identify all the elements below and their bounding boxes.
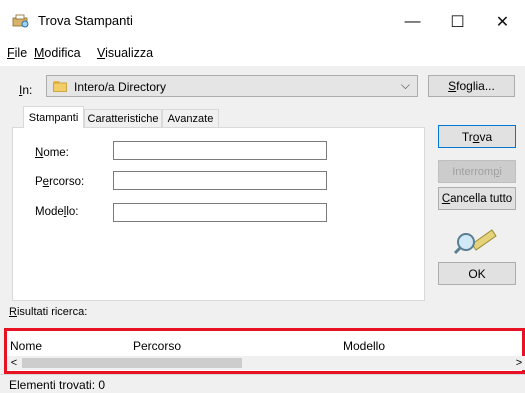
- minimize-button[interactable]: —: [390, 0, 435, 44]
- browse-button[interactable]: Sfoglia...: [428, 75, 515, 97]
- location-value: Intero/a Directory: [74, 80, 167, 94]
- tab-caratteristiche[interactable]: Caratteristiche: [84, 109, 162, 127]
- menu-file[interactable]: File: [7, 46, 27, 60]
- model-label-pre: Mode: [35, 206, 64, 218]
- model-input[interactable]: [113, 203, 327, 222]
- chevron-down-icon: ⌵: [400, 78, 410, 92]
- menu-modifica-mnemonic: M: [34, 46, 45, 60]
- menu-file-mnemonic: F: [7, 46, 15, 60]
- path-label-rest: rcorso:: [49, 176, 85, 188]
- name-label-rest: ome:: [43, 147, 69, 159]
- find-button[interactable]: Tr o va: [438, 125, 516, 148]
- menu-modifica[interactable]: Modifica: [34, 46, 81, 60]
- model-label: Modello:: [35, 206, 79, 218]
- tab-avanzate[interactable]: Avanzate: [162, 109, 219, 127]
- model-label-rest: lo:: [66, 206, 79, 218]
- path-label: Percorso:: [35, 176, 84, 188]
- results-label-rest: isultati ricerca:: [16, 306, 88, 318]
- clear-all-label: ancella tutto: [450, 192, 513, 205]
- close-button[interactable]: ✕: [480, 0, 525, 44]
- results-mnemonic: R: [9, 306, 17, 318]
- column-header-nome[interactable]: Nome: [10, 339, 42, 353]
- maximize-button[interactable]: ☐: [435, 0, 480, 44]
- stop-label-rest: i: [499, 165, 502, 178]
- folder-icon: [53, 81, 67, 92]
- results-label: Risultati ricerca:: [9, 306, 87, 318]
- menu-modifica-label: odifica: [44, 46, 81, 60]
- location-label-rest: n:: [22, 83, 33, 97]
- menu-visualizza[interactable]: Visualizza: [97, 46, 153, 60]
- magnifier-search-icon: [453, 229, 497, 255]
- column-header-modello[interactable]: Modello: [343, 339, 385, 353]
- scrollbar-thumb[interactable]: [22, 358, 242, 368]
- clear-all-mnemonic: C: [441, 192, 451, 205]
- find-label-rest: va: [479, 129, 493, 144]
- scroll-right-icon[interactable]: >: [512, 356, 525, 370]
- stop-label-pre: Interrom: [452, 165, 494, 178]
- name-input[interactable]: [113, 141, 327, 160]
- status-divider: [0, 374, 525, 375]
- tab-stampanti[interactable]: Stampanti: [23, 106, 84, 128]
- menu-visualizza-mnemonic: V: [97, 46, 106, 60]
- find-mnemonic: o: [472, 129, 480, 144]
- path-label-pre: P: [35, 176, 43, 188]
- find-label-pre: Tr: [461, 129, 473, 144]
- scroll-left-icon[interactable]: <: [7, 356, 21, 370]
- column-header-percorso[interactable]: Percorso: [133, 339, 181, 353]
- clear-all-button[interactable]: Cancella tutto: [438, 187, 516, 210]
- ok-button[interactable]: OK: [438, 262, 516, 285]
- path-input[interactable]: [113, 171, 327, 190]
- menu-visualizza-label: isualizza: [105, 46, 154, 60]
- printer-search-icon: [12, 14, 29, 28]
- window-title: Trova Stampanti: [38, 13, 133, 28]
- name-label: Nome:: [35, 147, 69, 159]
- menu-file-label: ile: [14, 46, 28, 60]
- browse-mnemonic: S: [448, 79, 457, 93]
- status-text: Elementi trovati: 0: [9, 378, 106, 392]
- location-dropdown[interactable]: Intero/a Directory ⌵: [46, 75, 418, 97]
- stop-button[interactable]: Interrom p i: [438, 160, 516, 183]
- browse-label: foglia...: [456, 79, 495, 93]
- location-label: In:: [19, 83, 32, 97]
